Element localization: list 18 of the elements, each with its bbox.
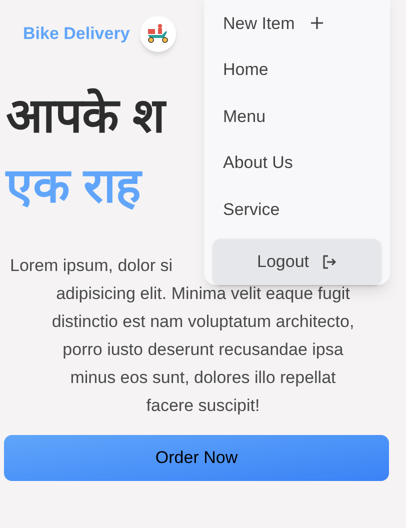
order-now-button[interactable]: Order Now	[4, 435, 389, 481]
headline: एक राह	[6, 160, 140, 213]
logout-button[interactable]: Logout	[213, 238, 381, 284]
description-line: minus eos sunt, dolores illo repellat	[70, 367, 336, 389]
logo-icon	[140, 16, 176, 52]
description-line: adipisicing elit. Minima velit eaque fugit	[56, 283, 350, 305]
logout-icon	[321, 254, 337, 270]
plus-icon	[310, 17, 323, 30]
menu-item[interactable]: Menu	[223, 93, 390, 140]
description-line: facere suscipit!	[146, 395, 260, 417]
menu-item[interactable]: New Item	[223, 0, 390, 46]
menu-item[interactable]: About Us	[223, 140, 390, 186]
menu-item[interactable]: Service	[223, 186, 390, 232]
description-line: Lorem ipsum, dolor si	[9, 255, 173, 277]
headline: आपके श	[6, 90, 166, 143]
menu-item[interactable]: Home	[223, 46, 390, 93]
description-line: porro iusto deserunt recusandae ipsa	[62, 339, 344, 361]
description-line: distinctio est nam voluptatum architecto,	[52, 311, 354, 333]
